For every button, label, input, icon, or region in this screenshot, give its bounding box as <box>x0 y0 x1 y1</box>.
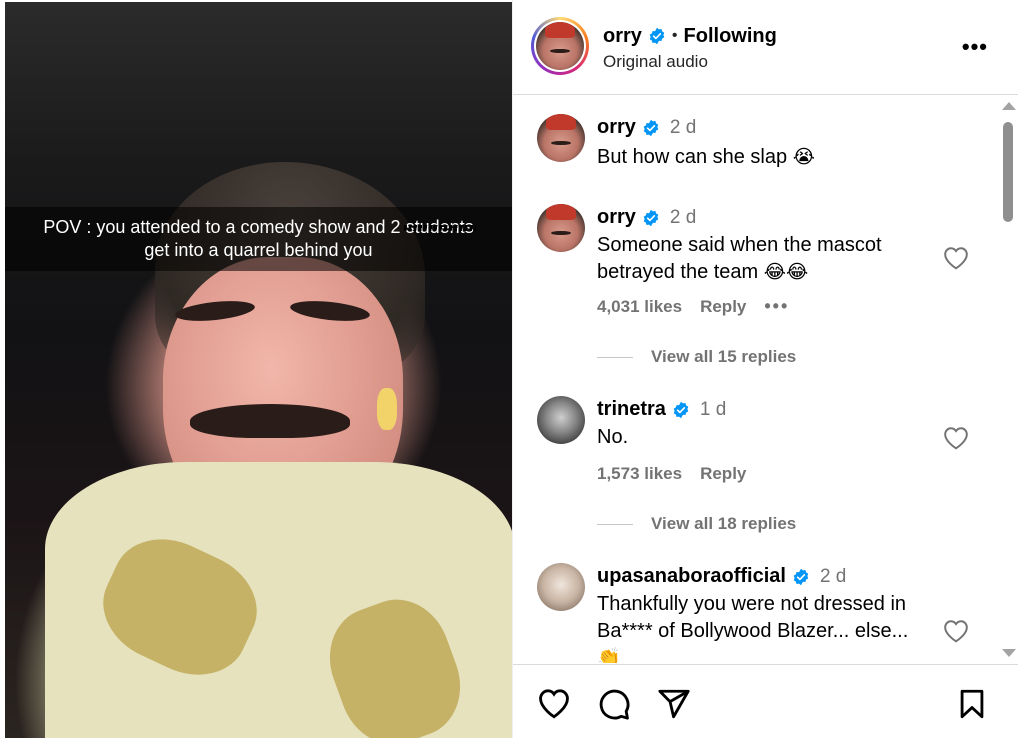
comment-more-icon[interactable]: ••• <box>764 296 789 317</box>
separator-dot: • <box>671 27 678 44</box>
replies-divider <box>597 523 633 525</box>
more-options-icon[interactable]: ••• <box>962 34 988 60</box>
caption-line2: get into a quarrel behind you <box>144 240 373 260</box>
comment-text: Thankfully you were not dressed in Ba***… <box>597 591 937 663</box>
comment-header: orry 2 d <box>597 206 696 229</box>
video-caption-bar: POV : you attended to a comedy show and … <box>5 207 512 271</box>
commenter-avatar[interactable] <box>537 114 585 162</box>
view-replies-button[interactable]: View all 15 replies <box>597 347 796 367</box>
author-username[interactable]: orry <box>603 25 642 48</box>
commenter-avatar[interactable] <box>537 396 585 444</box>
comment-time: 2 d <box>669 206 697 228</box>
caption-line1: POV : you attended to a comedy show and … <box>43 217 401 237</box>
comment-item: orry 2 d Someone said when the mascot be… <box>513 204 993 366</box>
comment-header: trinetra 1 d <box>597 398 726 421</box>
comment-item: trinetra 1 d No. 1,573 likes Reply View … <box>513 396 993 536</box>
reply-button[interactable]: Reply <box>700 297 746 317</box>
verified-badge-icon <box>649 27 665 45</box>
comment-text-line1: Thankfully you were not dressed in <box>597 593 907 615</box>
comment-username[interactable]: upasanaboraofficial <box>597 565 786 588</box>
crying-emoji: 😭 <box>792 146 815 168</box>
comment-text: But how can she slap 😭 <box>597 144 937 171</box>
commenter-avatar[interactable] <box>537 204 585 252</box>
comment-text-content: But how can she slap <box>597 146 788 168</box>
comment-username[interactable]: trinetra <box>597 398 666 421</box>
following-button[interactable]: Following <box>684 25 777 48</box>
verified-badge-icon <box>643 209 659 226</box>
video-person-earring <box>377 388 397 430</box>
scroll-down-arrow-icon[interactable] <box>1002 649 1016 657</box>
caption-scribbled-word: students <box>403 217 476 237</box>
commenter-avatar[interactable] <box>537 563 585 611</box>
post-header: orry • Following Original audio ••• <box>513 0 1018 95</box>
verified-badge-icon <box>673 401 689 418</box>
view-replies-label: View all 15 replies <box>651 347 797 366</box>
view-replies-label: View all 18 replies <box>651 514 797 533</box>
comments-scrollbar[interactable] <box>999 96 1017 663</box>
scrollbar-thumb[interactable] <box>1003 122 1013 222</box>
share-icon[interactable] <box>657 687 691 721</box>
comment-header: orry 2 d <box>597 116 696 139</box>
comment-time: 2 d <box>669 116 697 138</box>
comment-item: upasanaboraofficial 2 d Thankfully you w… <box>513 563 993 663</box>
comment-text-line1: Someone said when the mascot <box>597 234 882 256</box>
post-side-panel: orry • Following Original audio ••• orry… <box>512 0 1018 738</box>
replies-divider <box>597 356 633 358</box>
comment-time: 1 d <box>699 398 727 420</box>
scroll-up-arrow-icon[interactable] <box>1002 102 1016 110</box>
view-replies-button[interactable]: View all 18 replies <box>597 514 796 534</box>
comment-text-line2: betrayed the team <box>597 261 759 283</box>
like-comment-heart-icon[interactable] <box>943 246 969 270</box>
author-avatar[interactable] <box>536 22 584 70</box>
comment-likes[interactable]: 4,031 likes <box>597 297 682 317</box>
comment-meta: 4,031 likes Reply ••• <box>597 296 789 317</box>
heart-icon[interactable] <box>537 687 571 721</box>
laughing-emoji: 😂😂 <box>763 261 809 283</box>
comment-likes[interactable]: 1,573 likes <box>597 464 682 484</box>
verified-badge-icon <box>793 568 809 585</box>
reel-video[interactable]: POV : you attended to a comedy show and … <box>5 2 512 738</box>
author-line: orry • Following <box>603 24 777 48</box>
like-comment-heart-icon[interactable] <box>943 426 969 450</box>
comment-username[interactable]: orry <box>597 116 636 139</box>
video-person-mustache <box>190 404 350 438</box>
verified-badge-icon <box>643 119 659 136</box>
like-comment-heart-icon[interactable] <box>943 619 969 643</box>
bookmark-icon[interactable] <box>955 687 989 721</box>
post-action-bar <box>513 664 1018 738</box>
comment-text-line2: Ba**** of Bollywood Blazer... else... <box>597 620 909 642</box>
clapping-emoji: 👏 <box>597 647 621 663</box>
video-caption: POV : you attended to a comedy show and … <box>19 216 499 262</box>
comment-meta: 1,573 likes Reply <box>597 464 746 484</box>
comments-list[interactable]: orry 2 d But how can she slap 😭 orry 2 d… <box>513 96 1018 663</box>
comment-icon[interactable] <box>597 687 631 721</box>
comment-username[interactable]: orry <box>597 206 636 229</box>
story-ring[interactable] <box>531 17 589 75</box>
comment-header: upasanaboraofficial 2 d <box>597 565 846 588</box>
comment-item: orry 2 d But how can she slap 😭 <box>513 114 993 174</box>
comment-text: No. <box>597 426 629 448</box>
original-audio-link[interactable]: Original audio <box>603 52 708 72</box>
reply-button[interactable]: Reply <box>700 464 746 484</box>
comment-time: 2 d <box>819 565 847 587</box>
comment-text: Someone said when the mascot betrayed th… <box>597 232 937 286</box>
